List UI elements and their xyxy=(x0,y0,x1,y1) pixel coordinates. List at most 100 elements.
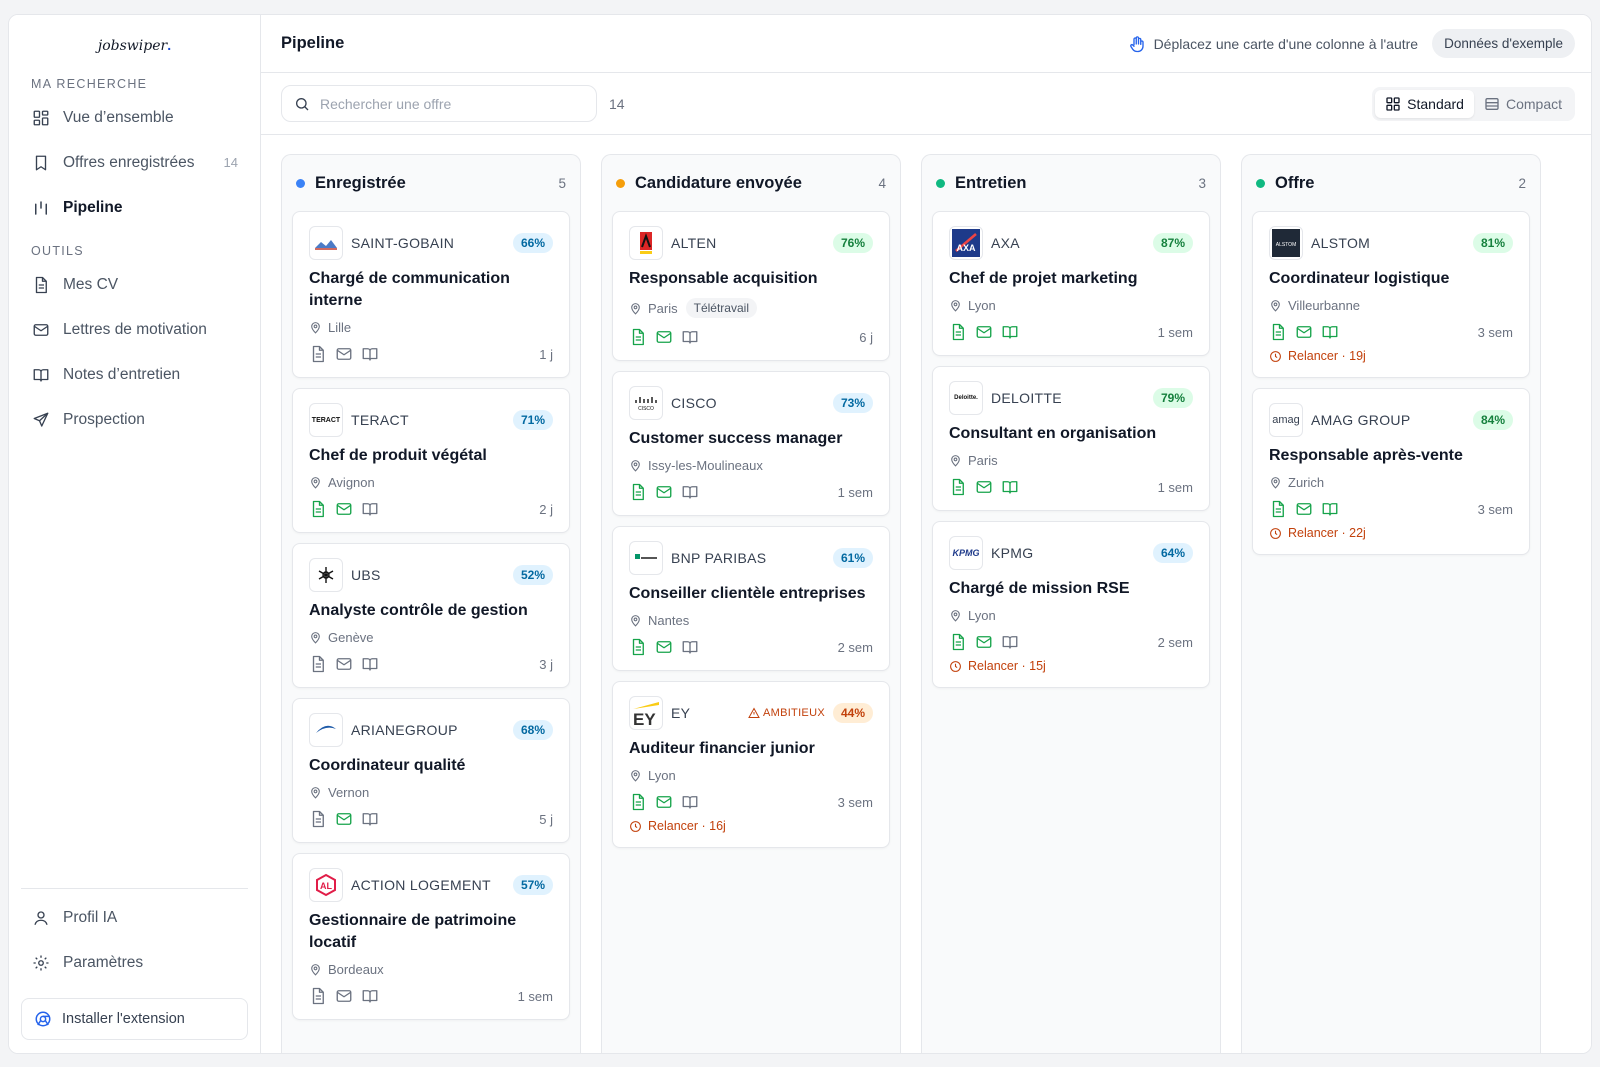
remote-tag: Télétravail xyxy=(685,298,757,318)
cover-letter-icon[interactable] xyxy=(1295,323,1313,341)
job-card[interactable]: UBS 52% Analyste contrôle de gestion Genève… xyxy=(292,543,570,688)
sidebar-item-mes-cv[interactable]: Mes CV xyxy=(9,262,260,307)
sidebar-item-vue-d-ensemble[interactable]: Vue d’ensemble xyxy=(9,95,260,140)
follow-up-reminder[interactable]: Relancer · 15j xyxy=(949,659,1193,673)
column-title: Enregistrée xyxy=(315,173,406,192)
location-text: Bordeaux xyxy=(328,962,384,977)
interview-notes-icon[interactable] xyxy=(1001,323,1019,341)
svg-text:ALSTOM: ALSTOM xyxy=(1276,242,1296,248)
interview-notes-icon[interactable] xyxy=(361,810,379,828)
search-box[interactable] xyxy=(281,85,597,122)
sidebar-item-prospection[interactable]: Prospection xyxy=(9,397,260,442)
interview-notes-icon[interactable] xyxy=(681,328,699,346)
card-header: AL ACTION LOGEMENT 57% xyxy=(309,868,553,902)
cover-letter-icon[interactable] xyxy=(975,633,993,651)
cv-document-icon[interactable] xyxy=(309,987,327,1005)
interview-notes-icon[interactable] xyxy=(681,793,699,811)
follow-up-text: Relancer · 15j xyxy=(968,659,1046,673)
install-extension-button[interactable]: Installer l'extension xyxy=(21,998,248,1040)
cover-letter-icon[interactable] xyxy=(335,655,353,673)
job-card[interactable]: EY EY AMBITIEUX 44% Auditeur financier junio… xyxy=(612,681,890,848)
sidebar-item-offres-enregistrees[interactable]: Offres enregistrées 14 xyxy=(9,140,260,185)
card-age: 2 j xyxy=(539,501,553,517)
cv-document-icon[interactable] xyxy=(309,500,327,518)
cv-document-icon[interactable] xyxy=(629,483,647,501)
grid-icon xyxy=(1385,96,1401,112)
sample-data-button[interactable]: Données d'exemple xyxy=(1432,29,1575,58)
job-card[interactable]: ARIANEGROUP 68% Coordinateur qualité Vernon… xyxy=(292,698,570,843)
sidebar-item-label: Pipeline xyxy=(63,198,123,216)
job-card[interactable]: AL ACTION LOGEMENT 57% Gestionnaire de patr… xyxy=(292,853,570,1020)
job-location: Villeurbanne xyxy=(1269,298,1513,313)
cover-letter-icon[interactable] xyxy=(335,810,353,828)
follow-up-text: Relancer · 22j xyxy=(1288,526,1366,540)
app-logo[interactable]: jobswiper. xyxy=(9,37,260,59)
mail-icon xyxy=(31,320,51,340)
company-logo: ALSTOM xyxy=(1269,226,1303,260)
interview-notes-icon[interactable] xyxy=(681,483,699,501)
sidebar-item-lettres-de-motivation[interactable]: Lettres de motivation xyxy=(9,307,260,352)
clock-icon xyxy=(1269,527,1282,540)
job-card[interactable]: TERACT TERACT 71% Chef de produit végétal Av… xyxy=(292,388,570,533)
job-card[interactable]: BNP PARIBAS 61% Conseiller clientèle entre… xyxy=(612,526,890,671)
sidebar-item-profil-ia[interactable]: Profil IA xyxy=(9,895,260,940)
cover-letter-icon[interactable] xyxy=(335,500,353,518)
sidebar-item-parametres[interactable]: Paramètres xyxy=(9,940,260,985)
cover-letter-icon[interactable] xyxy=(335,345,353,363)
job-card[interactable]: Deloitte. DELOITTE 79% Consultant en organi… xyxy=(932,366,1210,511)
interview-notes-icon[interactable] xyxy=(361,500,379,518)
cover-letter-icon[interactable] xyxy=(655,328,673,346)
job-card[interactable]: SAINT-GOBAIN 66% Chargé de communication i… xyxy=(292,211,570,378)
interview-notes-icon[interactable] xyxy=(1321,323,1339,341)
cover-letter-icon[interactable] xyxy=(655,638,673,656)
cv-document-icon[interactable] xyxy=(1269,500,1287,518)
view-toggle: Standard Compact xyxy=(1372,86,1575,121)
sidebar-item-pipeline[interactable]: Pipeline xyxy=(9,185,260,230)
interview-notes-icon[interactable] xyxy=(1001,478,1019,496)
interview-notes-icon[interactable] xyxy=(681,638,699,656)
cv-document-icon[interactable] xyxy=(309,655,327,673)
interview-notes-icon[interactable] xyxy=(1001,633,1019,651)
cv-document-icon[interactable] xyxy=(629,638,647,656)
app-window: jobswiper. MA RECHERCHE Vue d’ensemble Of… xyxy=(8,14,1592,1054)
search-input[interactable] xyxy=(320,95,580,112)
interview-notes-icon[interactable] xyxy=(361,345,379,363)
view-compact-button[interactable]: Compact xyxy=(1474,90,1572,118)
follow-up-reminder[interactable]: Relancer · 22j xyxy=(1269,526,1513,540)
cv-document-icon[interactable] xyxy=(949,478,967,496)
job-card[interactable]: ALSTOM ALSTOM 81% Coordinateur logistique Vi… xyxy=(1252,211,1530,378)
cv-document-icon[interactable] xyxy=(629,793,647,811)
cv-document-icon[interactable] xyxy=(1269,323,1287,341)
view-standard-button[interactable]: Standard xyxy=(1375,89,1474,118)
job-card[interactable]: ALTEN 76% Responsable acquisition Paris Télé… xyxy=(612,211,890,361)
interview-notes-icon[interactable] xyxy=(361,987,379,1005)
company-logo xyxy=(309,226,343,260)
job-card[interactable]: CISCO CISCO 73% Customer success manager Iss… xyxy=(612,371,890,516)
hand-icon xyxy=(1128,35,1146,53)
cover-letter-icon[interactable] xyxy=(975,478,993,496)
cv-document-icon[interactable] xyxy=(629,328,647,346)
cover-letter-icon[interactable] xyxy=(655,483,673,501)
cv-document-icon[interactable] xyxy=(949,633,967,651)
sidebar-item-notes-d-entretien[interactable]: Notes d’entretien xyxy=(9,352,260,397)
svg-text:EY: EY xyxy=(633,710,656,727)
job-card[interactable]: KPMG KPMG 64% Chargé de mission RSE Lyon 2 se… xyxy=(932,521,1210,688)
cover-letter-icon[interactable] xyxy=(1295,500,1313,518)
follow-up-reminder[interactable]: Relancer · 16j xyxy=(629,819,873,833)
job-title: Chargé de mission RSE xyxy=(949,580,1130,597)
cover-letter-icon[interactable] xyxy=(655,793,673,811)
job-location: Zurich xyxy=(1269,475,1513,490)
location-text: Vernon xyxy=(328,785,370,800)
job-card[interactable]: amag AMAG GROUP 84% Responsable après-vente… xyxy=(1252,388,1530,555)
cv-document-icon[interactable] xyxy=(949,323,967,341)
location-pin-icon xyxy=(629,614,642,627)
job-card[interactable]: AXA AXA 87% Chef de projet marketing Lyon 1 s… xyxy=(932,211,1210,356)
cover-letter-icon[interactable] xyxy=(335,987,353,1005)
cover-letter-icon[interactable] xyxy=(975,323,993,341)
interview-notes-icon[interactable] xyxy=(1321,500,1339,518)
follow-up-reminder[interactable]: Relancer · 19j xyxy=(1269,349,1513,363)
cv-document-icon[interactable] xyxy=(309,345,327,363)
column-header: Candidature envoyée 4 xyxy=(612,155,890,211)
interview-notes-icon[interactable] xyxy=(361,655,379,673)
cv-document-icon[interactable] xyxy=(309,810,327,828)
